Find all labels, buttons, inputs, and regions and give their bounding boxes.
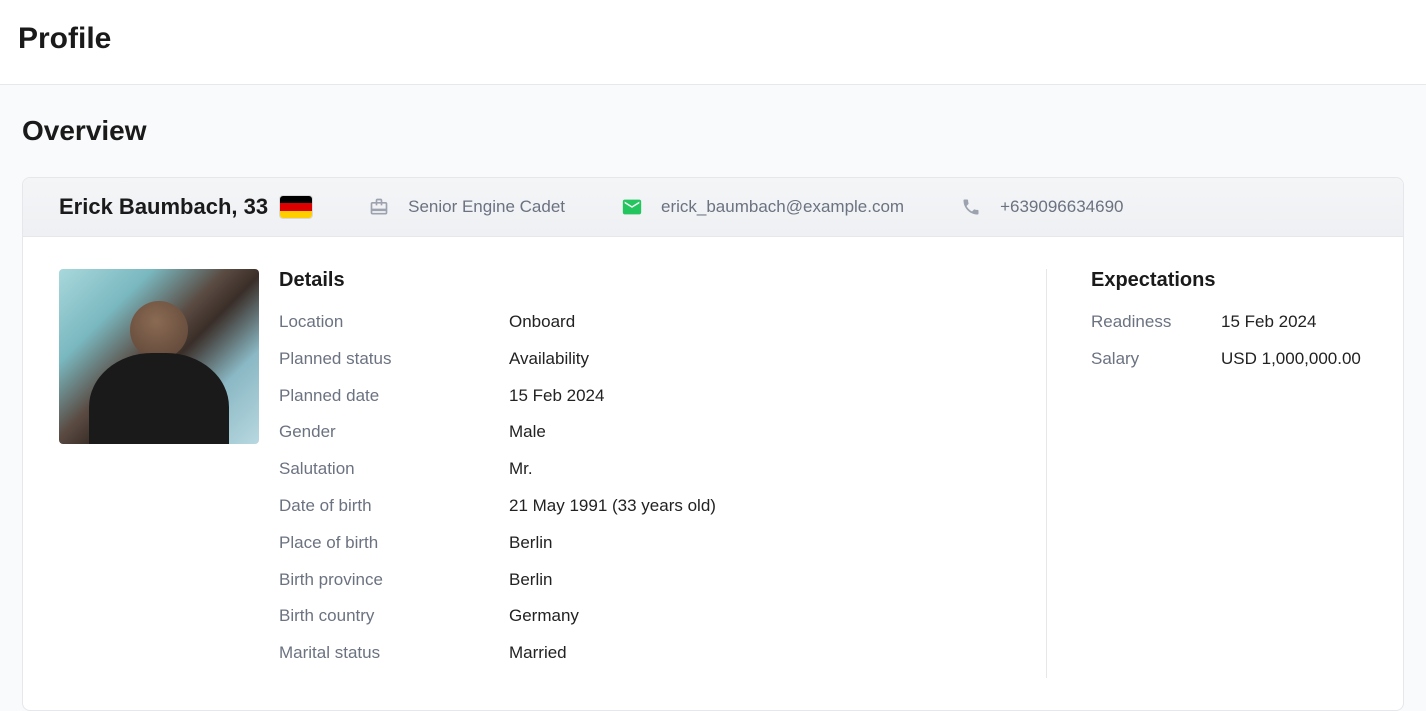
detail-row: Birth countryGermany: [279, 604, 1022, 628]
detail-row: LocationOnboard: [279, 310, 1022, 334]
person-name: Erick Baumbach, 33: [59, 194, 268, 220]
detail-row: GenderMale: [279, 420, 1022, 444]
detail-label: Salutation: [279, 457, 509, 481]
detail-label: Date of birth: [279, 494, 509, 518]
expectations-heading: Expectations: [1091, 269, 1367, 292]
detail-row: Marital statusMarried: [279, 641, 1022, 665]
details-column: Details LocationOnboardPlanned statusAva…: [279, 269, 1047, 678]
detail-value: Berlin: [509, 568, 1022, 592]
main-section: Overview Erick Baumbach, 33 Senior Engin…: [0, 85, 1426, 711]
detail-row: SalutationMr.: [279, 457, 1022, 481]
email-text: erick_baumbach@example.com: [661, 197, 904, 217]
expectation-label: Readiness: [1091, 310, 1221, 334]
detail-value: Male: [509, 420, 1022, 444]
profile-card-header: Erick Baumbach, 33 Senior Engine Cadet e…: [23, 178, 1403, 237]
role-info: Senior Engine Cadet: [368, 196, 565, 218]
briefcase-icon: [368, 196, 390, 218]
avatar[interactable]: [59, 269, 259, 444]
mail-icon: [621, 196, 643, 218]
detail-row: Birth provinceBerlin: [279, 568, 1022, 592]
expectation-row: Readiness15 Feb 2024: [1091, 310, 1367, 334]
detail-label: Place of birth: [279, 531, 509, 555]
detail-value: 15 Feb 2024: [509, 384, 1022, 408]
detail-row: Place of birthBerlin: [279, 531, 1022, 555]
email-info[interactable]: erick_baumbach@example.com: [621, 196, 904, 218]
detail-value: Onboard: [509, 310, 1022, 334]
phone-icon: [960, 196, 982, 218]
detail-row: Planned date15 Feb 2024: [279, 384, 1022, 408]
role-text: Senior Engine Cadet: [408, 197, 565, 217]
expectation-row: SalaryUSD 1,000,000.00: [1091, 347, 1367, 371]
phone-text: +639096634690: [1000, 197, 1123, 217]
details-heading: Details: [279, 269, 1022, 292]
expectation-value: USD 1,000,000.00: [1221, 347, 1367, 371]
detail-value: Germany: [509, 604, 1022, 628]
detail-value: Berlin: [509, 531, 1022, 555]
page-title: Profile: [18, 22, 1408, 56]
detail-label: Birth country: [279, 604, 509, 628]
detail-value: Mr.: [509, 457, 1022, 481]
detail-row: Date of birth21 May 1991 (33 years old): [279, 494, 1022, 518]
section-heading: Overview: [22, 115, 1404, 147]
profile-card: Erick Baumbach, 33 Senior Engine Cadet e…: [22, 177, 1404, 711]
page-header: Profile: [0, 0, 1426, 85]
germany-flag-icon: [280, 196, 312, 218]
detail-value: Married: [509, 641, 1022, 665]
detail-label: Planned status: [279, 347, 509, 371]
detail-label: Location: [279, 310, 509, 334]
expectations-fields: Readiness15 Feb 2024SalaryUSD 1,000,000.…: [1091, 310, 1367, 371]
detail-label: Planned date: [279, 384, 509, 408]
detail-row: Planned statusAvailability: [279, 347, 1022, 371]
detail-label: Gender: [279, 420, 509, 444]
phone-info[interactable]: +639096634690: [960, 196, 1123, 218]
profile-card-body: Details LocationOnboardPlanned statusAva…: [23, 237, 1403, 710]
detail-value: Availability: [509, 347, 1022, 371]
details-fields: LocationOnboardPlanned statusAvailabilit…: [279, 310, 1022, 665]
expectation-value: 15 Feb 2024: [1221, 310, 1367, 334]
avatar-column: [59, 269, 259, 678]
expectations-column: Expectations Readiness15 Feb 2024SalaryU…: [1067, 269, 1367, 678]
detail-label: Birth province: [279, 568, 509, 592]
name-block: Erick Baumbach, 33: [59, 194, 312, 220]
detail-value: 21 May 1991 (33 years old): [509, 494, 1022, 518]
detail-label: Marital status: [279, 641, 509, 665]
expectation-label: Salary: [1091, 347, 1221, 371]
